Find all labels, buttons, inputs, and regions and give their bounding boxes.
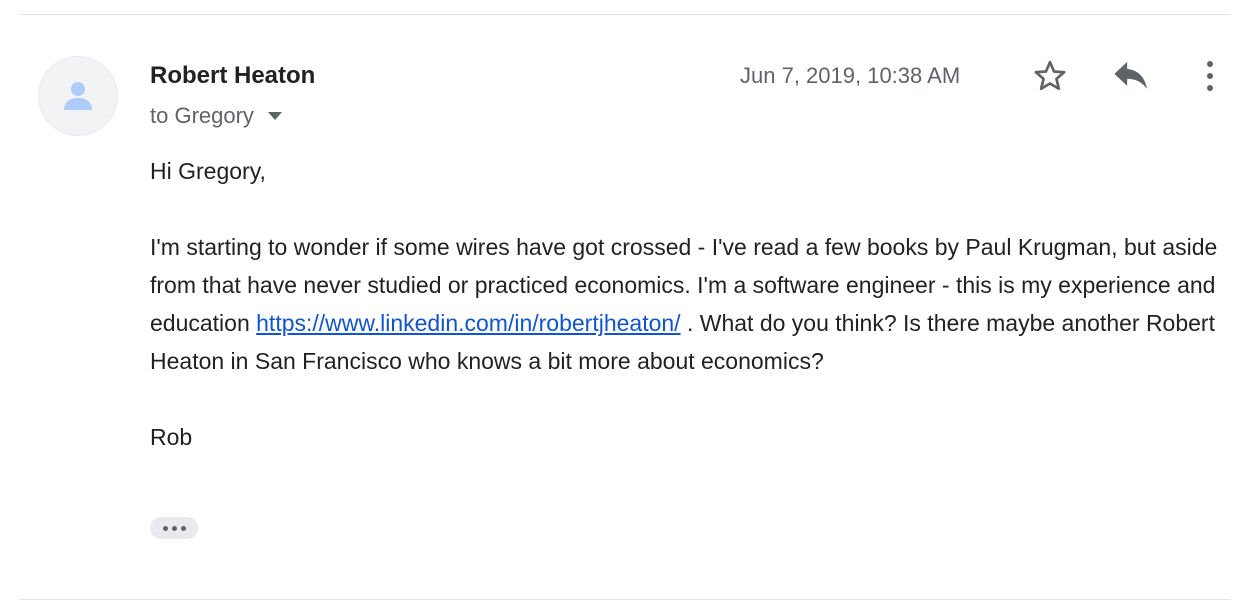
caret-down-icon[interactable] <box>267 112 282 120</box>
recipient-label: to Gregory <box>150 103 254 128</box>
signature: Rob <box>150 424 193 450</box>
ellipsis-dot <box>162 525 168 531</box>
timestamp: Jun 7, 2019, 10:38 AM <box>740 63 961 88</box>
more-vertical-icon <box>1207 61 1213 91</box>
avatar[interactable] <box>38 56 118 136</box>
greeting: Hi Gregory, <box>150 158 266 184</box>
more-options-button[interactable] <box>1190 56 1230 96</box>
bottom-divider <box>20 599 1230 600</box>
linkedin-link[interactable]: https://www.linkedin.com/in/robertjheato… <box>256 310 680 336</box>
ellipsis-dot <box>171 525 177 531</box>
person-icon <box>64 82 92 110</box>
body-paragraph: I'm starting to wonder if some wires hav… <box>150 228 1230 380</box>
recipient-row: to Gregory <box>150 101 282 131</box>
top-divider <box>20 14 1230 15</box>
star-button[interactable] <box>1028 56 1072 96</box>
star-outline-icon <box>1034 60 1066 91</box>
reply-button[interactable] <box>1108 56 1152 96</box>
show-trimmed-content-button[interactable] <box>150 517 198 539</box>
message-body: Hi Gregory, I'm starting to wonder if so… <box>150 152 1230 456</box>
sender-name[interactable]: Robert Heaton <box>150 60 315 92</box>
reply-icon <box>1114 61 1147 89</box>
ellipsis-dot <box>180 525 186 531</box>
